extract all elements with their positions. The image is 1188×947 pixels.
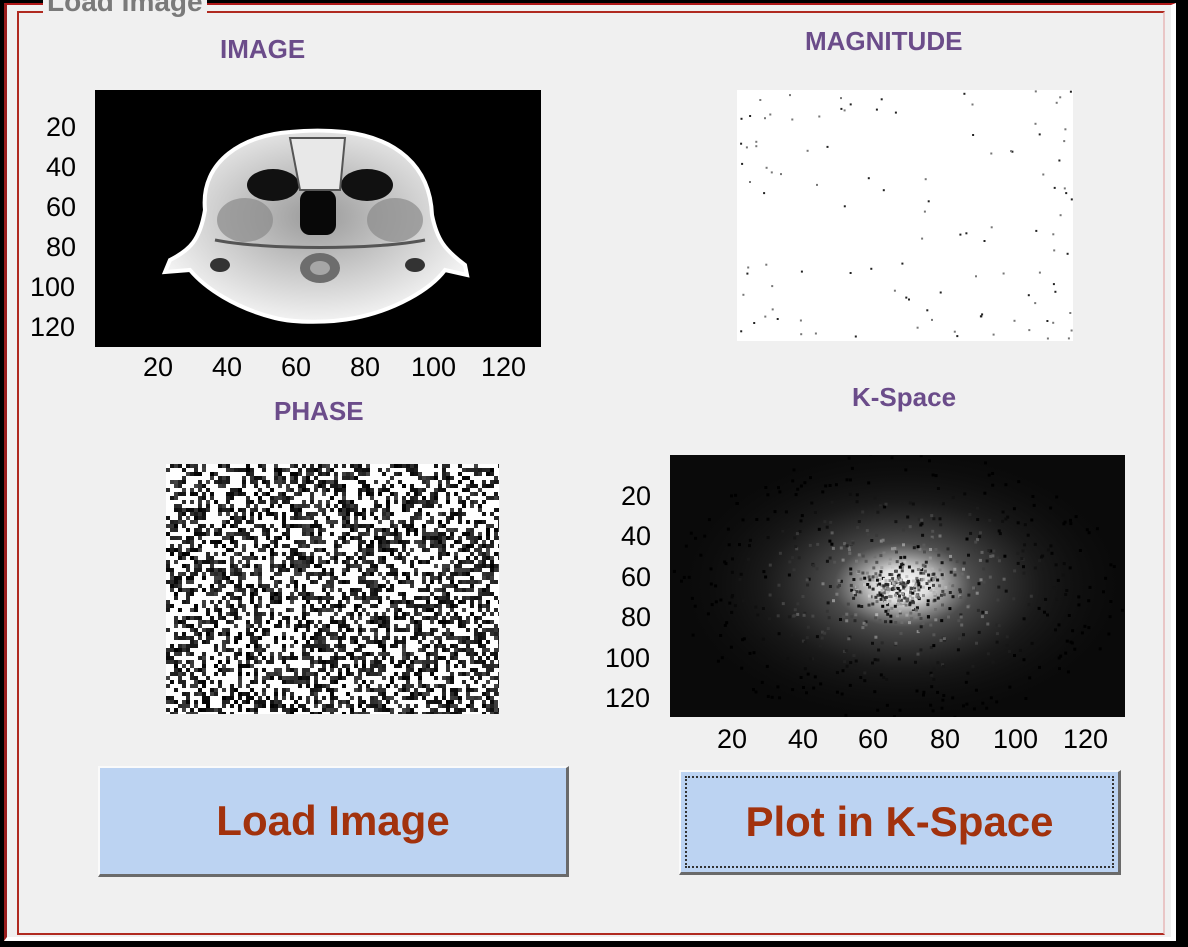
image-ytick: 40 bbox=[46, 152, 77, 182]
kspace-ytick: 20 bbox=[621, 481, 652, 511]
plot-kspace-button-label: Plot in K-Space bbox=[745, 798, 1054, 845]
mri-head-image bbox=[161, 128, 470, 324]
load-image-button[interactable]: Load Image bbox=[98, 766, 569, 877]
panel-title: Load Image bbox=[43, 0, 207, 17]
image-axes[interactable] bbox=[95, 90, 541, 347]
magnitude-axes-title: MAGNITUDE bbox=[805, 26, 963, 56]
kspace-image bbox=[670, 455, 1125, 717]
image-xtick: 60 bbox=[281, 352, 312, 382]
kspace-ytick: 120 bbox=[605, 683, 651, 713]
image-xtick: 120 bbox=[481, 352, 527, 382]
image-xtick: 40 bbox=[212, 352, 243, 382]
image-ytick: 60 bbox=[46, 192, 77, 222]
image-ytick: 120 bbox=[30, 312, 76, 342]
image-xtick: 20 bbox=[143, 352, 174, 382]
kspace-xtick: 120 bbox=[1063, 724, 1109, 754]
image-ytick: 20 bbox=[46, 112, 77, 142]
plot-kspace-button[interactable]: Plot in K-Space bbox=[679, 770, 1121, 875]
load-image-button-label: Load Image bbox=[216, 797, 450, 844]
kspace-ytick: 100 bbox=[605, 643, 651, 673]
phase-image bbox=[166, 464, 499, 714]
kspace-ytick: 40 bbox=[621, 521, 652, 551]
phase-axes-title: PHASE bbox=[274, 396, 364, 426]
kspace-xtick: 100 bbox=[993, 724, 1039, 754]
image-ytick: 100 bbox=[30, 272, 76, 302]
image-xtick: 100 bbox=[411, 352, 457, 382]
kspace-ytick: 60 bbox=[621, 562, 652, 592]
image-ytick: 80 bbox=[46, 232, 77, 262]
image-axes-title: IMAGE bbox=[220, 34, 306, 64]
kspace-xtick: 40 bbox=[788, 724, 819, 754]
magnitude-axes[interactable] bbox=[737, 90, 1073, 341]
kspace-ytick: 80 bbox=[621, 602, 652, 632]
kspace-xtick: 60 bbox=[858, 724, 889, 754]
kspace-xtick: 80 bbox=[930, 724, 961, 754]
kspace-axes[interactable] bbox=[670, 455, 1125, 717]
kspace-axes-title: K-Space bbox=[852, 382, 957, 412]
kspace-xtick: 20 bbox=[717, 724, 748, 754]
image-xtick: 80 bbox=[350, 352, 381, 382]
magnitude-image bbox=[740, 90, 1073, 340]
phase-axes[interactable] bbox=[166, 464, 499, 714]
